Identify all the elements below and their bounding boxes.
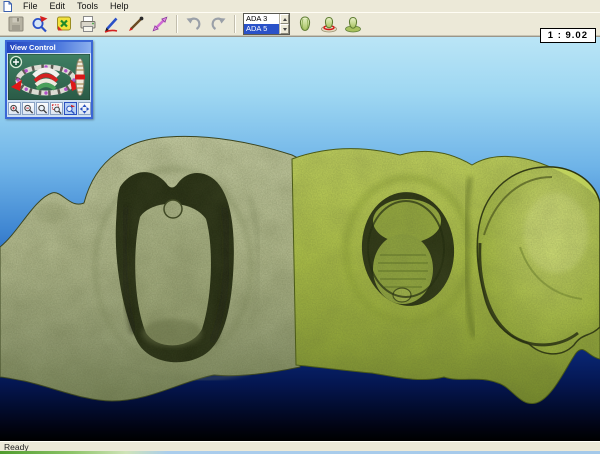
undo-icon [184,14,204,34]
export-icon [54,14,74,34]
zoom-reset-button[interactable] [36,102,49,115]
orbit-control[interactable] [8,54,90,100]
scan-icon [30,14,50,34]
zoom-window-icon [51,103,62,115]
undo-button[interactable] [183,13,205,35]
app-window: File Edit Tools Help [0,0,600,454]
menu-edit[interactable]: Edit [45,0,71,12]
zoom-window-button[interactable] [50,102,63,115]
pan-icon [79,103,90,115]
scroll-up-icon[interactable] [280,14,289,24]
move-model-icon [150,14,170,34]
toolbar: ADA 3 ADA 5 [0,12,600,36]
wax-tool-button[interactable] [125,13,147,35]
zoom-1to1-button[interactable] [64,102,77,115]
redo-button[interactable] [207,13,229,35]
menu-file[interactable]: File [18,0,43,12]
export-button[interactable] [53,13,75,35]
tooth-icon [295,14,315,34]
zoom-reset-icon [37,103,48,115]
scroll-down-icon[interactable] [280,24,289,34]
tooth-base-button[interactable] [342,13,364,35]
listbox-option[interactable]: ADA 3 [244,14,279,24]
redo-icon [208,14,228,34]
ada-listbox[interactable]: ADA 3 ADA 5 [243,13,290,35]
listbox-option-selected[interactable]: ADA 5 [244,24,279,34]
toolbar-separator [234,15,236,33]
vertical-orbit-ring[interactable] [75,59,85,96]
toolbar-separator [176,15,178,33]
tooth-button[interactable] [294,13,316,35]
zoom-in-icon [9,103,20,115]
listbox-scrollbar[interactable] [279,14,289,34]
zoom-1to1-icon [65,103,76,115]
zoom-out-button[interactable] [22,102,35,115]
zoom-in-button[interactable] [8,102,21,115]
view-control-toolbar [7,101,91,117]
wax-tool-icon [126,14,146,34]
menu-tools[interactable]: Tools [72,0,103,12]
tooth-margin-button[interactable] [318,13,340,35]
print-icon [78,14,98,34]
document-icon [2,1,13,12]
view-control-titlebar[interactable]: View Control [7,42,91,53]
scan-button[interactable] [29,13,51,35]
zoom-plus-badge[interactable] [11,57,22,68]
zoom-out-icon [23,103,34,115]
view-control-panel: View Control [5,40,93,119]
menu-bar: File Edit Tools Help [0,0,600,12]
scale-indicator: 1 : 9.02 [540,28,596,43]
tooth-margin-icon [319,14,339,34]
save-button[interactable] [5,13,27,35]
print-button[interactable] [77,13,99,35]
move-model-button[interactable] [149,13,171,35]
viewport-3d[interactable]: View Control [0,36,600,441]
pan-button[interactable] [78,102,91,115]
status-bar: Ready [0,441,600,454]
save-icon [6,14,26,34]
draw-margin-button[interactable] [101,13,123,35]
model-left [0,136,300,401]
draw-margin-icon [102,14,122,34]
model-right [292,149,600,404]
tooth-base-icon [343,14,363,34]
menu-help[interactable]: Help [105,0,134,12]
